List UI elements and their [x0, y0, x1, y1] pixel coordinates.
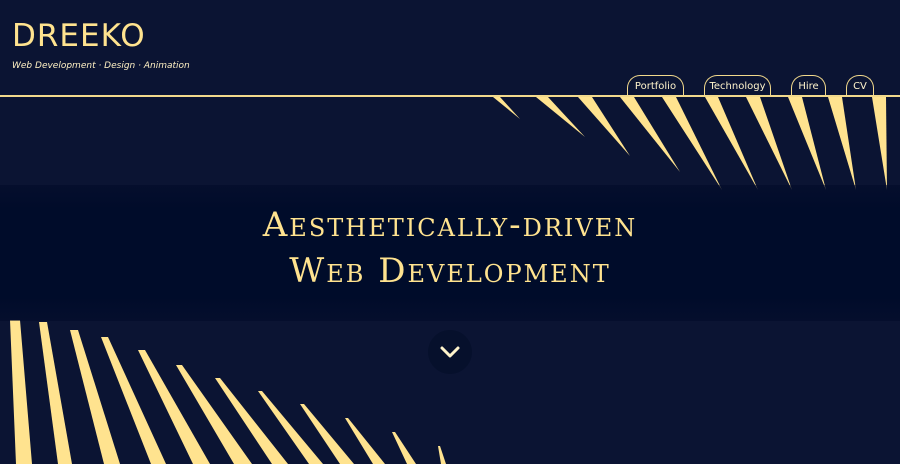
scroll-down-button[interactable] — [428, 330, 472, 374]
hero-title-line2: Web Development — [289, 251, 611, 291]
site-tagline: Web Development · Design · Animation — [12, 61, 190, 71]
nav-tab-hire[interactable]: Hire — [791, 75, 826, 95]
nav-tab-portfolio[interactable]: Portfolio — [627, 75, 684, 95]
hero-heading: Aesthetically-driven Web Development — [0, 203, 900, 295]
nav-tab-technology[interactable]: Technology — [704, 75, 771, 95]
hero-title-line1: Aesthetically-driven — [262, 205, 638, 245]
main-nav: Portfolio Technology Hire CV — [0, 75, 900, 96]
nav-tab-cv[interactable]: CV — [846, 75, 874, 95]
chevron-down-icon — [440, 346, 460, 358]
page: DREEKO Web Development · Design · Animat… — [0, 0, 900, 464]
site-logo[interactable]: DREEKO — [12, 18, 146, 54]
